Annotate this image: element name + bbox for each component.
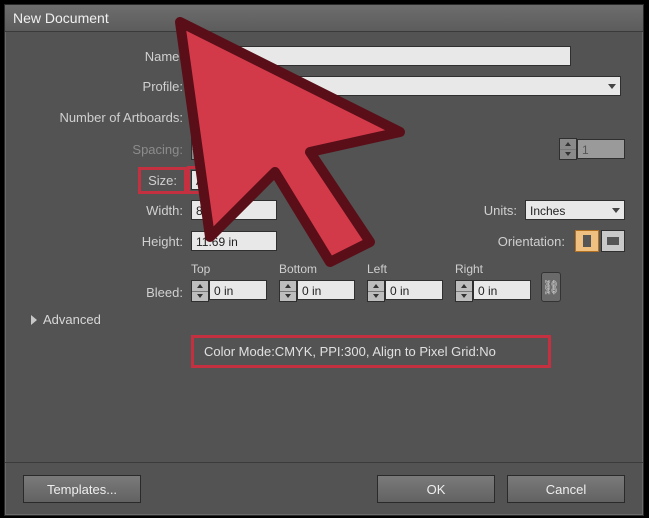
bleed-bottom-stepper[interactable] [279, 280, 297, 302]
orientation-portrait-button[interactable] [575, 230, 599, 252]
bleed-top-stepper[interactable] [191, 280, 209, 302]
bleed-top-label: Top [191, 262, 267, 276]
bleed-left-stepper[interactable] [367, 280, 385, 302]
artboards-stepper[interactable] [191, 106, 209, 128]
dialog-footer: Templates... OK Cancel [5, 462, 643, 515]
columns-stepper [559, 138, 577, 160]
name-input[interactable]: Untitled-1 [191, 46, 571, 66]
mode-summary: Color Mode:CMYK, PPI:300, Align to Pixel… [191, 335, 551, 368]
units-select[interactable]: Inches [525, 200, 625, 220]
size-label: Size: [23, 173, 191, 188]
bleed-right-input[interactable]: 0 in [473, 280, 531, 300]
bleed-left-label: Left [367, 262, 443, 276]
artboards-label: Number of Artboards: [23, 110, 191, 125]
height-input[interactable]: 11.69 in [191, 231, 277, 251]
height-label: Height: [23, 234, 191, 249]
width-input[interactable]: 8.27 in [191, 200, 277, 220]
dialog-title: New Document [5, 5, 643, 32]
advanced-label: Advanced [43, 312, 101, 327]
name-label: Name: [23, 49, 191, 64]
bleed-bottom-label: Bottom [279, 262, 355, 276]
bleed-right-stepper[interactable] [455, 280, 473, 302]
bleed-right-label: Right [455, 262, 531, 276]
advanced-disclosure[interactable]: Advanced [31, 312, 625, 327]
orientation-label: Orientation: [498, 234, 573, 249]
orientation-landscape-button[interactable] [601, 230, 625, 252]
cancel-button[interactable]: Cancel [507, 475, 625, 503]
artboards-input[interactable]: 1 [209, 107, 257, 127]
templates-button[interactable]: Templates... [23, 475, 141, 503]
ok-button[interactable]: OK [377, 475, 495, 503]
spacing-input: 0.28 in [209, 139, 285, 159]
spacing-stepper [191, 138, 209, 160]
bleed-bottom-input[interactable]: 0 in [297, 280, 355, 300]
size-label-text: Size: [142, 171, 183, 190]
profile-label: Profile: [23, 79, 191, 94]
dialog-body: Name: Untitled-1 Profile: [Custom] Numbe… [5, 32, 643, 368]
bleed-left-input[interactable]: 0 in [385, 280, 443, 300]
bleed-link-icon[interactable]: ⛓ [541, 272, 561, 302]
size-select[interactable]: A4 [191, 170, 249, 190]
units-label: Units: [484, 203, 525, 218]
bleed-label: Bleed: [23, 285, 191, 302]
spacing-label: Spacing: [23, 142, 191, 157]
new-document-dialog: New Document Name: Untitled-1 Profile: [… [4, 4, 644, 516]
profile-select[interactable]: [Custom] [191, 76, 621, 96]
columns-input: 1 [577, 139, 625, 159]
width-label: Width: [23, 203, 191, 218]
bleed-top-input[interactable]: 0 in [209, 280, 267, 300]
